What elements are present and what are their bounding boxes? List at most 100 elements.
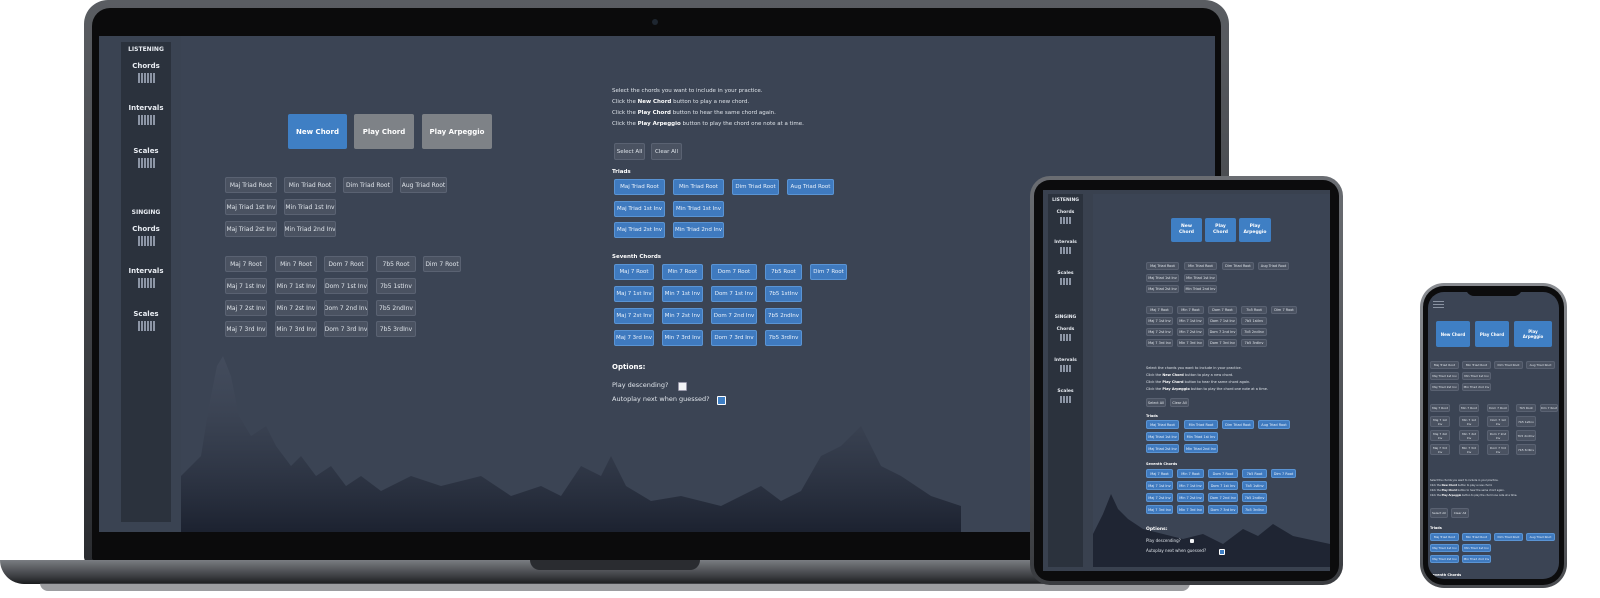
seventh-toggle[interactable]: Maj 7 3rd Inv [1146, 505, 1173, 514]
answer-button[interactable]: Min 7 3rd Inv [275, 321, 317, 337]
answer-button[interactable]: 7b5 3rdInv [376, 321, 416, 337]
answer-button[interactable]: Aug Triad Root [1526, 361, 1555, 369]
answer-button[interactable]: Dim Triad Root [1222, 262, 1254, 270]
sidebar-item-singing-intervals[interactable]: Intervals [1048, 358, 1083, 363]
answer-button[interactable]: Min 7 1st Inv [275, 278, 317, 294]
answer-button[interactable]: Aug Triad Root [1258, 262, 1289, 270]
answer-button[interactable]: Min Triad Root [1184, 262, 1217, 270]
answer-button[interactable]: Dim 7 Root [1271, 306, 1297, 314]
answer-button[interactable]: Dom 7 2nd Inv [324, 300, 368, 316]
answer-button[interactable]: Min 7 2st Inv [1459, 430, 1479, 441]
answer-button[interactable]: Maj Triad 2st Inv [225, 221, 277, 237]
triad-toggle[interactable]: Maj Triad Root [614, 179, 665, 195]
seventh-toggle[interactable]: Dim 7 Root [810, 264, 847, 280]
clear-all-button[interactable]: Clear All [1170, 398, 1189, 407]
answer-button[interactable]: Maj Triad Root [225, 177, 277, 193]
sidebar-item-singing-scales[interactable]: Scales [1048, 389, 1083, 394]
triad-toggle[interactable]: Maj Triad 1st Inv [1146, 432, 1179, 441]
answer-button[interactable]: 7b5 1stInv [1516, 416, 1536, 427]
triad-toggle[interactable]: Maj Triad 2st Inv [614, 222, 665, 238]
answer-button[interactable]: Dim 7 Root [1540, 404, 1558, 412]
triad-toggle[interactable]: Min Triad Root [1462, 533, 1491, 541]
seventh-toggle[interactable]: Dom 7 2nd Inv [1208, 493, 1238, 502]
seventh-toggle[interactable]: 7b5 2ndInv [1242, 493, 1267, 502]
answer-button[interactable]: Maj 7 2st Inv [1146, 328, 1173, 336]
answer-button[interactable]: Maj 7 1st Inv [1146, 317, 1173, 325]
answer-button[interactable]: Maj Triad 1st Inv [1146, 274, 1179, 282]
answer-button[interactable]: Min 7 Root [1177, 306, 1204, 314]
select-all-button[interactable]: Select All [1146, 398, 1166, 407]
new-chord-button[interactable]: New Chord [1436, 321, 1470, 347]
seventh-toggle[interactable]: Dom 7 3rd Inv [1208, 505, 1238, 514]
answer-button[interactable]: Maj Triad 2st Inv [1430, 383, 1459, 391]
answer-button[interactable]: Maj 7 2st Inv [1430, 430, 1450, 441]
seventh-toggle[interactable]: Dom 7 1st Inv [1208, 481, 1238, 490]
answer-button[interactable]: 7b5 1stInv [376, 278, 416, 294]
seventh-toggle[interactable]: Maj 7 2st Inv [1146, 493, 1173, 502]
triad-toggle[interactable]: Min Triad 1st Inv [1462, 544, 1491, 552]
answer-button[interactable]: Min 7 Root [275, 256, 317, 272]
play-descending-checkbox[interactable] [1190, 539, 1194, 543]
answer-button[interactable]: Min Triad 1st Inv [1462, 372, 1491, 380]
seventh-toggle[interactable]: Dom 7 3rd Inv [711, 330, 757, 346]
seventh-toggle[interactable]: Min 7 3rd Inv [662, 330, 703, 346]
triad-toggle[interactable]: Aug Triad Root [1258, 420, 1290, 429]
answer-button[interactable]: Maj Triad Root [1430, 361, 1459, 369]
new-chord-button[interactable]: New Chord [1171, 218, 1202, 242]
seventh-toggle[interactable]: 7b5 1stInv [1242, 481, 1267, 490]
answer-button[interactable]: Maj Triad 1st Inv [1430, 372, 1459, 380]
seventh-toggle[interactable]: Min 7 1st Inv [662, 286, 703, 302]
seventh-toggle[interactable]: Maj 7 3rd Inv [614, 330, 654, 346]
answer-button[interactable]: Maj 7 1st Inv [225, 278, 267, 294]
answer-button[interactable]: 7b5 Root [1516, 404, 1536, 412]
answer-button[interactable]: Maj 7 Root [1146, 306, 1173, 314]
seventh-toggle[interactable]: 7b5 3rdInv [765, 330, 802, 346]
play-arpeggio-button[interactable]: Play Arpeggio [1239, 218, 1271, 242]
triad-toggle[interactable]: Maj Triad 2st Inv [1430, 555, 1459, 563]
answer-button[interactable]: Maj 7 Root [1430, 404, 1450, 412]
seventh-toggle[interactable]: 7b5 2ndInv [765, 308, 802, 324]
answer-button[interactable]: 7b5 3rdInv [1241, 339, 1267, 347]
triad-toggle[interactable]: Dim Triad Root [732, 179, 779, 195]
answer-button[interactable]: Maj 7 3rd Inv [1430, 444, 1450, 455]
answer-button[interactable]: Maj Triad 1st Inv [225, 199, 277, 215]
answer-button[interactable]: Min 7 1st Inv [1177, 317, 1204, 325]
seventh-toggle[interactable]: Dom 7 Root [1208, 469, 1238, 478]
autoplay-checkbox[interactable] [717, 396, 726, 405]
seventh-toggle[interactable]: 7b5 Root [765, 264, 802, 280]
answer-button[interactable]: Dom 7 2nd Inv [1208, 328, 1237, 336]
answer-button[interactable]: Aug Triad Root [400, 177, 447, 193]
triad-toggle[interactable]: Maj Triad 1st Inv [614, 201, 665, 217]
new-chord-button[interactable]: New Chord [288, 114, 347, 149]
answer-button[interactable]: Maj 7 3rd Inv [1146, 339, 1173, 347]
autoplay-checkbox[interactable] [1219, 549, 1225, 555]
sidebar-item-singing-chords[interactable]: Chords [121, 225, 171, 233]
answer-button[interactable]: Maj Triad 2st Inv [1146, 285, 1179, 293]
answer-button[interactable]: 7b5 1stInv [1241, 317, 1267, 325]
triad-toggle[interactable]: Dim Triad Root [1494, 533, 1523, 541]
seventh-toggle[interactable]: Maj 7 Root [614, 264, 654, 280]
clear-all-button[interactable]: Clear All [1451, 508, 1469, 518]
triad-toggle[interactable]: Min Triad 2nd Inv [1462, 555, 1491, 563]
answer-button[interactable]: Dom 7 Root [1487, 404, 1509, 412]
select-all-button[interactable]: Select All [1430, 508, 1448, 518]
answer-button[interactable]: Min Triad 2nd Inv [1462, 383, 1491, 391]
triad-toggle[interactable]: Maj Triad 1st Inv [1430, 544, 1459, 552]
answer-button[interactable]: Dom 7 3rd Inv [1487, 444, 1509, 455]
answer-button[interactable]: Dom 7 3rd Inv [1208, 339, 1237, 347]
hamburger-menu-icon[interactable] [1433, 301, 1444, 308]
answer-button[interactable]: Maj 7 2st Inv [225, 300, 267, 316]
select-all-button[interactable]: Select All [614, 143, 645, 160]
triad-toggle[interactable]: Maj Triad 2st Inv [1146, 444, 1179, 453]
answer-button[interactable]: 7b5 3rdInv [1516, 444, 1536, 455]
answer-button[interactable]: 7b5 2ndInv [376, 300, 416, 316]
answer-button[interactable]: 7b5 Root [1241, 306, 1267, 314]
triad-toggle[interactable]: Min Triad Root [673, 179, 724, 195]
answer-button[interactable]: Dom 7 2nd Inv [1487, 430, 1509, 441]
seventh-toggle[interactable]: Dom 7 Root [711, 264, 757, 280]
triad-toggle[interactable]: Aug Triad Root [1526, 533, 1555, 541]
answer-button[interactable]: Dim Triad Root [343, 177, 393, 193]
triad-toggle[interactable]: Min Triad 1st Inv [673, 201, 724, 217]
answer-button[interactable]: 7b5 2ndInv [1241, 328, 1267, 336]
answer-button[interactable]: Min Triad Root [1462, 361, 1491, 369]
